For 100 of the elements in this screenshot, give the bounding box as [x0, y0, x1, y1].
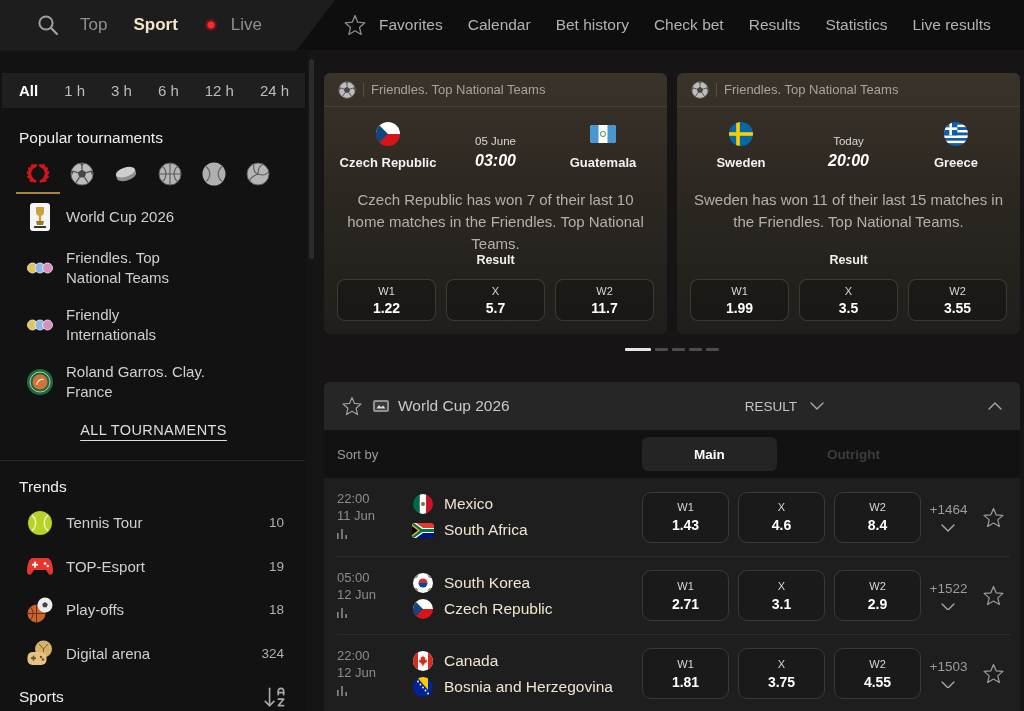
chevron-down-icon [941, 680, 956, 689]
gamepad-ball-icon [27, 640, 53, 667]
odds-button[interactable]: X 4.6 [738, 491, 825, 543]
soccer-ball-icon [338, 80, 356, 99]
tournament-item[interactable]: Friendly Internationals [0, 296, 307, 353]
match-date: 12 Jun [337, 664, 378, 681]
trend-item[interactable]: Play-offs 18 [0, 588, 307, 632]
item-count: 18 [268, 602, 284, 618]
match-date: Today [833, 135, 864, 147]
star-icon[interactable] [982, 585, 1004, 606]
odds-button[interactable]: W1 1.43 [642, 491, 729, 543]
more-markets-button[interactable]: +1503 [929, 658, 968, 689]
sort-label: Sort by [337, 446, 380, 462]
odds-button[interactable]: W2 11.7 [555, 279, 654, 321]
match-time: 03:00 [475, 152, 516, 170]
flag-icon [413, 494, 433, 514]
live-indicator-icon [203, 18, 218, 32]
star-icon[interactable] [982, 506, 1004, 528]
nav-link[interactable]: Results [748, 16, 801, 34]
flag-icon [412, 522, 434, 538]
market-dropdown[interactable]: RESULT [744, 398, 824, 414]
team-name: Guatemala [569, 155, 637, 171]
odds-button[interactable]: W1 2.71 [642, 570, 729, 621]
tournament-item[interactable]: World Cup 2026 [0, 194, 307, 239]
soccer-ball-icon [70, 162, 94, 186]
odds-button[interactable]: W1 1.22 [337, 279, 436, 321]
team-name: Czech Republic [444, 598, 553, 619]
section-tab[interactable]: Sport [120, 0, 191, 50]
more-markets-button[interactable]: +1464 [929, 502, 968, 532]
nav-link[interactable]: Check bet [653, 16, 724, 34]
section-tab[interactable]: Top [67, 0, 121, 50]
stats-icon[interactable] [337, 528, 347, 539]
basketball-icon [158, 162, 182, 186]
odds-button[interactable]: W2 3.55 [908, 279, 1007, 321]
flag-icon [413, 676, 433, 697]
odds-button[interactable]: W2 4.55 [834, 648, 921, 699]
trend-item[interactable]: TOP-Esport 19 [0, 544, 307, 588]
balls-icon [27, 596, 53, 623]
odds-button[interactable]: W1 1.81 [642, 648, 729, 699]
gamepad-icon [27, 556, 53, 576]
match-date: 12 Jun [337, 586, 378, 603]
time-filter-tab[interactable]: 6 h [144, 73, 192, 108]
chevron-down-icon [941, 602, 956, 611]
odds-button[interactable]: X 5.7 [446, 279, 545, 321]
team-name: Greece [933, 155, 979, 171]
star-icon[interactable] [342, 396, 362, 416]
trend-item[interactable]: Digital arena 324 [0, 631, 307, 675]
odds-button[interactable]: X 3.5 [799, 279, 898, 321]
nav-link[interactable]: Bet history [555, 16, 629, 34]
chevron-down-icon [941, 524, 956, 532]
odds-button[interactable]: W2 8.4 [834, 491, 921, 543]
time-filter-tab[interactable]: All [6, 73, 52, 108]
volleyball-icon [246, 162, 270, 186]
market-label: Result [829, 253, 868, 267]
nav-link[interactable]: Statistics [825, 16, 888, 34]
team-name: Sweden [716, 155, 766, 171]
flag-icon [729, 122, 753, 146]
image-icon [373, 400, 389, 412]
chevron-up-icon[interactable] [988, 402, 1002, 410]
trend-item[interactable]: Tennis Tour 10 [0, 501, 307, 545]
nav-link[interactable]: Calendar [467, 16, 531, 34]
balls-icon [27, 317, 53, 332]
soccer-ball-icon [691, 80, 709, 99]
flag-icon [590, 125, 616, 143]
odds-button[interactable]: W2 2.9 [834, 570, 921, 621]
nav-link[interactable]: Favorites [344, 14, 443, 36]
time-filter-tab[interactable]: 1 h [51, 73, 99, 108]
flag-icon [413, 598, 433, 619]
more-markets-button[interactable]: +1522 [929, 580, 968, 611]
team-name: Bosnia and Herzegovina [444, 676, 613, 697]
all-tournaments-link[interactable]: ALL TOURNAMENTS [80, 422, 227, 438]
tournament-item[interactable]: Friendles. Top National Teams [0, 239, 307, 296]
odds-button[interactable]: X 3.1 [738, 570, 825, 621]
star-icon [344, 14, 366, 36]
item-count: 19 [268, 558, 284, 574]
star-icon[interactable] [982, 663, 1004, 684]
sort-tab[interactable]: Main [642, 437, 777, 471]
section-title: World Cup 2026 [398, 397, 510, 415]
section-heading: Popular tournaments [18, 128, 164, 148]
odds-button[interactable]: W1 1.99 [690, 279, 789, 321]
team-name: South Korea [444, 572, 531, 593]
team-name: South Africa [444, 520, 528, 540]
nav-link[interactable]: Live results [912, 16, 991, 34]
tournament-item[interactable]: Roland Garros. Clay. France [0, 353, 307, 410]
match-time: 05:00 [337, 569, 371, 586]
team-name: Czech Republic [339, 155, 437, 171]
section-tab[interactable]: Live [190, 0, 275, 50]
flag-icon [413, 572, 433, 593]
stats-icon[interactable] [337, 607, 347, 618]
league-name: Friendles. Top National Teams [724, 82, 899, 97]
tennis-ball-icon [202, 162, 226, 186]
time-filter-tab[interactable]: 24 h [246, 73, 303, 108]
search-icon[interactable] [38, 15, 58, 35]
market-label: Result [476, 253, 515, 267]
time-filter-tab[interactable]: 12 h [191, 73, 247, 108]
stats-icon[interactable] [337, 685, 347, 696]
trophy-icon [30, 202, 50, 231]
odds-button[interactable]: X 3.75 [738, 648, 825, 699]
time-filter-tab[interactable]: 3 h [98, 73, 145, 108]
chevron-down-icon [810, 402, 824, 410]
